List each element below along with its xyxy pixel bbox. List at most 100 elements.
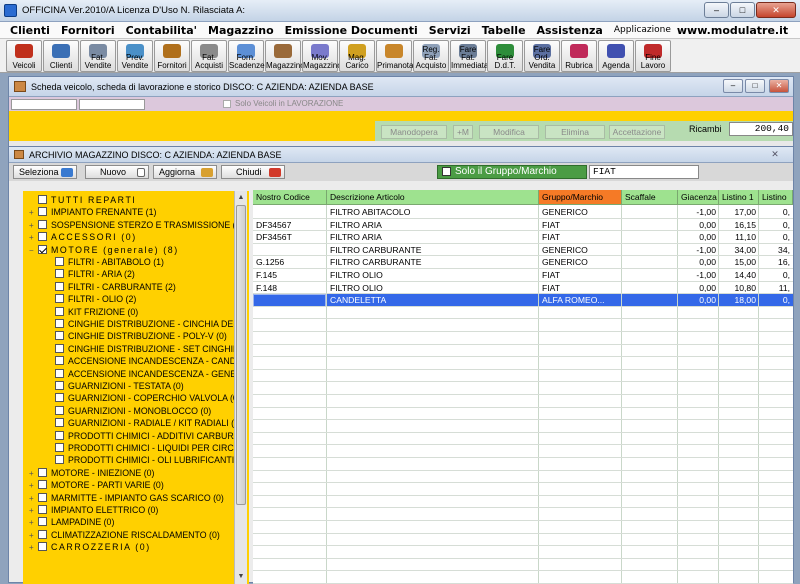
tree-item[interactable]: PRODOTTI CHIMICI - ADDITIVI CARBURA — [46, 430, 240, 442]
tree-checkbox[interactable] — [55, 356, 64, 366]
column-header[interactable]: Nostro Codice — [253, 190, 327, 205]
table-cell[interactable]: -1,00 — [678, 206, 719, 219]
table-cell[interactable]: G.1256 — [253, 256, 327, 269]
table-cell[interactable]: FILTRO OLIO — [327, 269, 539, 282]
table-cell[interactable]: F.148 — [253, 282, 327, 295]
tree-checkbox[interactable] — [55, 319, 64, 328]
table-cell[interactable]: 11,10 — [719, 231, 759, 244]
tree-item[interactable]: GUARNIZIONI - TESTATA (0) — [46, 380, 184, 392]
tree-checkbox[interactable] — [55, 257, 64, 266]
tree-checkbox[interactable] — [38, 232, 47, 242]
table-cell[interactable]: 34,00 — [719, 244, 759, 257]
expand-icon[interactable]: + — [29, 505, 38, 517]
tree-checkbox[interactable] — [55, 381, 64, 390]
tree-item[interactable]: + LAMPADINE (0) — [29, 516, 114, 528]
maximize-button[interactable]: □ — [730, 2, 755, 18]
elimina-button[interactable]: Elimina — [545, 125, 605, 139]
table-cell[interactable]: DF34567 — [253, 219, 327, 232]
toolbar-clienti-button[interactable]: Clienti — [43, 40, 79, 72]
expand-icon[interactable]: + — [29, 468, 38, 480]
menu-emissione-documenti[interactable]: Emissione Documenti — [285, 24, 418, 37]
table-cell[interactable]: 14,40 — [719, 269, 759, 282]
table-cell[interactable]: 0,00 — [678, 256, 719, 269]
close-button[interactable]: ✕ — [756, 2, 796, 18]
toolbar-forn-scadenze-button[interactable]: Forn. Scadenze — [228, 40, 265, 72]
table-cell[interactable]: 0, — [759, 294, 793, 307]
menu-fornitori[interactable]: Fornitori — [61, 24, 115, 37]
toolbar-fare-d-d-t-button[interactable]: Fare D.d.T. — [487, 40, 523, 72]
table-cell[interactable]: F.145 — [253, 269, 327, 282]
expand-icon[interactable]: + — [29, 542, 38, 554]
table-cell[interactable]: 15,00 — [719, 256, 759, 269]
toolbar-veicoli-button[interactable]: Veicoli — [6, 40, 42, 72]
expand-icon[interactable]: + — [29, 517, 38, 529]
table-cell[interactable]: CANDELETTA — [327, 294, 539, 307]
tree-item[interactable]: FILTRI - ABITABOLO (1) — [46, 256, 164, 268]
table-cell[interactable]: 11, — [759, 282, 793, 295]
seleziona-button[interactable]: Seleziona — [13, 165, 77, 179]
table-cell[interactable]: 0, — [759, 219, 793, 232]
table-cell[interactable] — [622, 269, 678, 282]
toolbar-fare-fat-immediata-button[interactable]: Fare Fat. Immediata — [450, 40, 488, 72]
table-cell[interactable]: FILTRO OLIO — [327, 282, 539, 295]
solo-veicoli-checkbox[interactable]: Solo Veicoli in LAVORAZIONE — [223, 99, 373, 110]
tree-scrollbar[interactable]: ▲ ▼ — [234, 191, 247, 584]
menu-servizi[interactable]: Servizi — [429, 24, 471, 37]
tree-item[interactable]: − MOTORE (generale) (8) — [29, 244, 179, 256]
tree-checkbox[interactable] — [55, 393, 64, 403]
tree-checkbox[interactable] — [55, 269, 64, 279]
tree-checkbox[interactable] — [38, 480, 47, 490]
tree-item[interactable]: + MOTORE - PARTI VARIE (0) — [29, 479, 164, 491]
tree-item[interactable]: GUARNIZIONI - RADIALE / KIT RADIALI ( — [46, 417, 234, 429]
table-cell[interactable] — [622, 231, 678, 244]
tree-checkbox[interactable] — [55, 281, 64, 291]
plus-m-button[interactable]: +M — [453, 125, 473, 139]
toolbar-mag-carico-button[interactable]: Mag. Carico — [339, 40, 375, 72]
table-cell[interactable]: FIAT — [539, 269, 622, 282]
expand-icon[interactable]: + — [29, 530, 38, 542]
tree-checkbox[interactable] — [38, 219, 47, 229]
tree-item[interactable]: CINGHIE DISTRIBUZIONE - POLY-V (0) — [46, 330, 227, 342]
table-cell[interactable]: 0, — [759, 206, 793, 219]
expand-icon[interactable]: + — [29, 232, 38, 244]
table-cell[interactable]: 0,00 — [678, 282, 719, 295]
table-cell[interactable]: GENERICO — [539, 206, 622, 219]
table-cell[interactable]: 0,00 — [678, 219, 719, 232]
table-cell[interactable] — [622, 282, 678, 295]
table-cell[interactable]: FIAT — [539, 219, 622, 232]
column-header[interactable]: Listino — [759, 190, 793, 205]
tree-item[interactable]: + CARROZZERIA (0) — [29, 541, 151, 553]
toolbar-rubrica-button[interactable]: Rubrica — [561, 40, 597, 72]
expand-icon[interactable]: + — [29, 207, 38, 219]
tree-checkbox[interactable] — [55, 405, 64, 415]
table-cell[interactable]: -1,00 — [678, 244, 719, 257]
table-cell[interactable]: 17,00 — [719, 206, 759, 219]
tree-item[interactable]: FILTRI - ARIA (2) — [46, 268, 135, 280]
tree-item[interactable]: + IMPIANTO FRENANTE (1) — [29, 206, 156, 218]
aggiorna-button[interactable]: Aggiorna — [153, 165, 217, 179]
tree-item[interactable]: + MOTORE - INIEZIONE (0) — [29, 467, 154, 479]
table-cell[interactable] — [253, 206, 327, 219]
menu-clienti[interactable]: Clienti — [10, 24, 50, 37]
tree-checkbox[interactable] — [38, 492, 47, 502]
table-cell[interactable]: GENERICO — [539, 244, 622, 257]
table-cell[interactable]: FILTRO ARIA — [327, 219, 539, 232]
accettazione-button[interactable]: Accettazione — [609, 125, 665, 139]
tree-item[interactable]: PRODOTTI CHIMICI - LIQUIDI PER CIRCU — [46, 442, 240, 454]
table-cell[interactable]: 0, — [759, 231, 793, 244]
toolbar-fat-vendite-button[interactable]: Fat. Vendite — [80, 40, 116, 72]
tree-item[interactable]: ACCENSIONE INCANDESCENZA - GENEF — [46, 368, 242, 380]
toolbar-fare-ord-vendita-button[interactable]: Fare Ord. Vendita — [524, 40, 560, 72]
table-cell[interactable]: 18,00 — [719, 294, 759, 307]
chiudi-button[interactable]: Chiudi — [221, 165, 285, 179]
table-cell[interactable]: DF3456T — [253, 231, 327, 244]
scheda-minimize-button[interactable]: – — [723, 79, 743, 93]
table-cell[interactable]: 10,80 — [719, 282, 759, 295]
tree-checkbox[interactable] — [38, 207, 47, 217]
tree-checkbox[interactable] — [38, 529, 47, 539]
tree-checkbox[interactable] — [55, 331, 64, 341]
menu-assistenza[interactable]: Assistenza — [537, 24, 603, 37]
table-cell[interactable]: FILTRO ABITACOLO — [327, 206, 539, 219]
table-cell[interactable] — [622, 294, 678, 307]
solo-gruppo-checkbox[interactable]: Solo il Gruppo/Marchio — [437, 165, 587, 179]
